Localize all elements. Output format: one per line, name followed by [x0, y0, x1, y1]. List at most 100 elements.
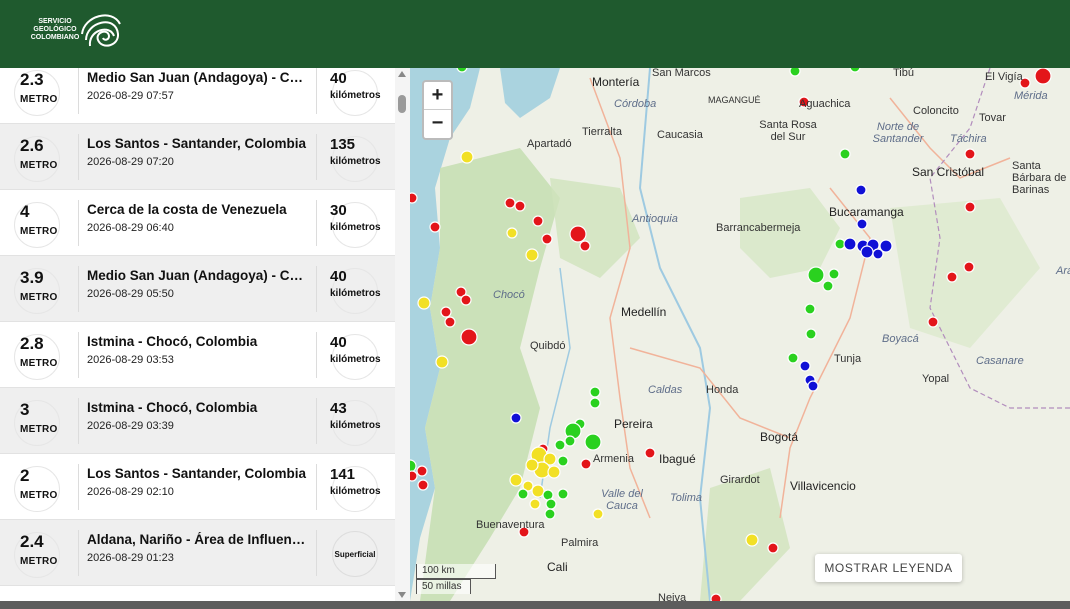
event-datetime: 2026-08-29 05:50 [87, 288, 174, 300]
event-magnitude: 2 [20, 466, 30, 485]
quake-marker [460, 294, 472, 306]
event-row[interactable]: 2 METRO Los Santos - Santander, Colombia… [0, 454, 395, 520]
event-place: Cerca de la costa de Venezuela [87, 202, 287, 217]
quake-marker [564, 435, 576, 447]
zoom-in-button[interactable]: + [424, 82, 451, 110]
event-depth-unit: kilómetros [330, 222, 381, 233]
event-datetime: 2026-08-29 01:23 [87, 552, 174, 564]
quake-marker [545, 498, 557, 510]
quake-marker [580, 458, 592, 470]
quake-marker [557, 455, 569, 467]
map-label-honda: Honda [706, 384, 739, 396]
quake-marker [569, 225, 587, 243]
event-depth-superficial: Superficial [332, 531, 378, 577]
event-datetime: 2026-08-29 07:57 [87, 90, 174, 102]
map-label-medellin: Medellín [621, 305, 667, 319]
quake-marker [440, 306, 452, 318]
event-datetime: 2026-08-29 02:10 [87, 486, 174, 498]
quake-marker [805, 328, 817, 340]
scroll-up-arrow-icon[interactable] [398, 71, 406, 77]
map-label-palmira: Palmira [561, 537, 599, 549]
event-depth: 30 [330, 202, 347, 219]
divider [78, 68, 79, 114]
map-label-buenaventura: Buenaventura [476, 519, 545, 531]
quake-marker [504, 197, 516, 209]
quake-marker [416, 465, 428, 477]
map-label-caldas: Caldas [648, 384, 683, 396]
event-row[interactable]: 3 METRO Istmina - Chocó, Colombia 2026-0… [0, 388, 395, 454]
quake-marker [429, 221, 441, 233]
map-label-quibdo: Quibdó [530, 340, 566, 352]
quake-marker [767, 542, 779, 554]
map-label-antioquia: Antioquia [632, 213, 678, 225]
event-magnitude: 2.3 [20, 70, 44, 89]
event-magnitude-type: METRO [20, 424, 58, 435]
map-label-boyaca: Boyacá [882, 333, 919, 345]
event-magnitude-type: METRO [20, 94, 58, 105]
map-label-girardot: Girardot [720, 474, 760, 486]
event-depth-unit: kilómetros [330, 90, 381, 101]
event-depth: 40 [330, 334, 347, 351]
map-label-apartado: Apartadó [527, 138, 572, 150]
event-datetime: 2026-08-29 07:20 [87, 156, 174, 168]
quake-marker [799, 360, 811, 372]
map-label-magangue: MAGANGUÉ [708, 95, 761, 105]
quake-marker [584, 433, 602, 451]
quake-marker [849, 68, 861, 73]
map-label-valle: Valle del Cauca [601, 488, 643, 512]
map-label-villavicencio: Villavicencio [790, 479, 856, 493]
quake-marker [710, 593, 722, 601]
divider [316, 464, 317, 510]
quake-marker [510, 412, 522, 424]
map-label-tovar: Tovar [979, 112, 1006, 124]
event-row[interactable]: 2.4 METRO Aldana, Nariño - Área de Influ… [0, 520, 395, 586]
divider [78, 464, 79, 510]
event-magnitude: 3.9 [20, 268, 44, 287]
map-label-caucasia: Caucasia [657, 129, 703, 141]
earthquake-list[interactable]: 2.3 METRO Medio San Juan (Andagoya) - Ch… [0, 68, 395, 601]
map-label-bucaramanga: Bucaramanga [829, 205, 904, 219]
event-row[interactable]: 2.6 METRO Los Santos - Santander, Colomb… [0, 124, 395, 190]
header-bar: SERVICIO GEOLÓGICO COLOMBIANO [0, 0, 1070, 68]
map-label-yopal: Yopal [922, 373, 950, 385]
map-label-colonc: Coloncito [913, 105, 959, 117]
event-row[interactable]: 3.9 METRO Medio San Juan (Andagoya) - Ch… [0, 256, 395, 322]
show-legend-button[interactable]: MOSTRAR LEYENDA [815, 554, 962, 582]
seismic-map[interactable]: Montería San Marcos Tibú El Vigía Mérida… [410, 68, 1070, 601]
event-magnitude-type: METRO [20, 490, 58, 501]
event-row[interactable]: 2.3 METRO Medio San Juan (Andagoya) - Ch… [0, 68, 395, 124]
map-label-tunja: Tunja [834, 353, 862, 365]
scroll-thumb[interactable] [398, 95, 406, 113]
quake-marker [855, 184, 867, 196]
scroll-down-arrow-icon[interactable] [398, 592, 406, 598]
quake-marker [544, 508, 556, 520]
quake-marker [554, 439, 566, 451]
sgc-logo[interactable]: SERVICIO GEOLÓGICO COLOMBIANO [20, 10, 130, 58]
quake-marker [525, 248, 539, 262]
divider [316, 398, 317, 444]
event-row[interactable]: 2.8 METRO Istmina - Chocó, Colombia 2026… [0, 322, 395, 388]
quake-marker [963, 261, 975, 273]
map-label-armenia: Armenia [593, 453, 634, 465]
map-label-ibague: Ibagué [659, 452, 696, 466]
divider [78, 266, 79, 312]
quake-marker [745, 533, 759, 547]
list-scrollbar[interactable] [395, 68, 410, 601]
event-magnitude-type: METRO [20, 556, 58, 567]
quake-marker [644, 447, 656, 459]
quake-marker [1034, 68, 1052, 85]
gulf-uraba [500, 68, 560, 118]
quake-marker [514, 200, 526, 212]
quake-marker [828, 268, 840, 280]
map-label-neiva: Neiva [658, 592, 687, 601]
map-label-cordoba: Córdoba [614, 98, 657, 110]
map-label-santarosa: Santa Rosa del Sur [759, 119, 817, 143]
divider [316, 134, 317, 180]
event-magnitude: 2.4 [20, 532, 44, 551]
event-row[interactable]: 4 METRO Cerca de la costa de Venezuela 2… [0, 190, 395, 256]
event-magnitude-type: METRO [20, 160, 58, 171]
map-label-tierralta: Tierralta [582, 126, 622, 138]
tolima-forest [700, 468, 790, 601]
divider [78, 200, 79, 246]
zoom-out-button[interactable]: − [424, 110, 451, 138]
